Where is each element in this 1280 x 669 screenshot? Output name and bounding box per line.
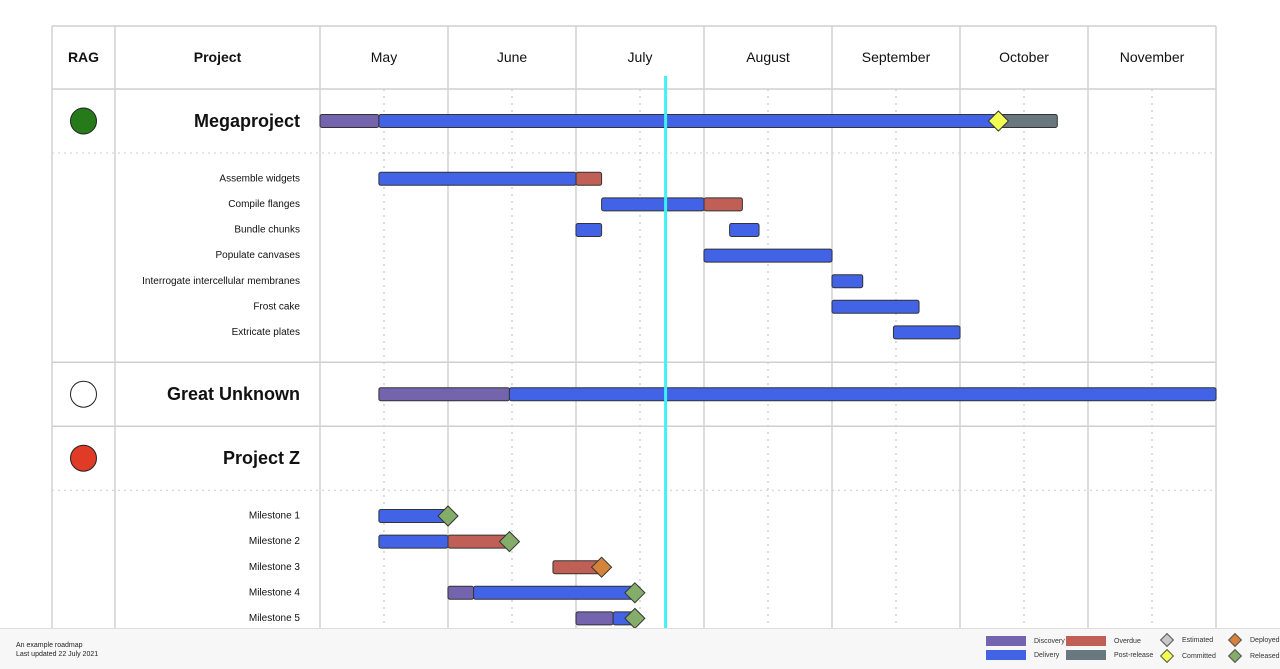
roadmap-chart: RAG Project May June July August September Octo… xyxy=(0,0,1280,628)
legend-discovery: Discovery xyxy=(986,636,1065,646)
legend-overdue-label: Overdue xyxy=(1114,637,1141,645)
month-header-june: June xyxy=(497,49,528,65)
committed-diamond-icon xyxy=(1159,648,1175,664)
project-name-megaproject: Megaproject xyxy=(194,111,300,131)
legend-estimated: Estimated xyxy=(1159,632,1214,648)
rag-status-green-icon xyxy=(70,107,97,135)
task-label-extricate-plates: Extricate plates xyxy=(232,327,300,338)
legend-released-label: Released xyxy=(1250,652,1280,660)
legend-released: Released xyxy=(1227,648,1280,664)
footer-title: An example roadmap xyxy=(16,642,83,649)
task-label-compile-flanges: Compile flanges xyxy=(228,199,300,210)
legend-discovery-label: Discovery xyxy=(1034,637,1065,645)
project-great-unknown-delivery-bar xyxy=(508,387,1217,402)
rag-column-header: RAG xyxy=(68,49,99,65)
task-bundle-chunks-delivery-bar xyxy=(729,223,760,237)
task-label-bundle-chunks: Bundle chunks xyxy=(234,225,300,236)
project-column-header: Project xyxy=(194,49,242,65)
month-header-july: July xyxy=(628,49,653,65)
footer: An example roadmap Last updated 22 July … xyxy=(0,628,1280,669)
project-megaproject-delivery-bar xyxy=(378,114,999,128)
legend-committed: Committed xyxy=(1159,648,1216,664)
released-diamond-icon xyxy=(1227,648,1243,664)
legend-overdue: Overdue xyxy=(1066,636,1141,646)
task-milestone-4-delivery-bar xyxy=(473,585,636,600)
project-great-unknown-discovery-bar xyxy=(378,387,510,402)
legend-delivery: Delivery xyxy=(986,650,1059,660)
legend-delivery-label: Delivery xyxy=(1034,651,1060,659)
month-header-september: September xyxy=(862,49,931,65)
project-name-great-unknown: Great Unknown xyxy=(167,384,300,404)
project-name-project-z: Project Z xyxy=(223,448,300,468)
delivery-swatch xyxy=(986,650,1026,660)
task-label-milestone-3: Milestone 3 xyxy=(249,562,301,573)
month-header-november: November xyxy=(1120,49,1185,65)
legend-post-release: Post-release xyxy=(1066,650,1153,660)
month-header-may: May xyxy=(371,49,397,65)
task-bundle-chunks-delivery-bar xyxy=(575,223,603,237)
task-label-milestone-5: Milestone 5 xyxy=(249,613,301,624)
month-header-october: October xyxy=(999,49,1049,65)
legend-deployed: Deployed xyxy=(1227,632,1280,648)
gantt-svg: RAG Project May June July August September Octo… xyxy=(51,25,1217,628)
estimated-diamond-icon xyxy=(1159,632,1175,648)
overdue-swatch xyxy=(1066,636,1106,646)
task-assemble-widgets-overdue-bar xyxy=(575,171,603,186)
post-release-swatch xyxy=(1066,650,1106,660)
task-label-interrogate-intercellular-membranes: Interrogate intercellular membranes xyxy=(142,276,300,287)
task-label-milestone-2: Milestone 2 xyxy=(249,536,301,547)
task-interrogate-intercellular-membranes-delivery-bar xyxy=(831,274,864,289)
task-populate-canvases-delivery-bar xyxy=(703,248,833,263)
task-label-milestone-1: Milestone 1 xyxy=(249,511,301,522)
month-header-august: August xyxy=(746,49,790,65)
task-label-frost-cake: Frost cake xyxy=(253,301,300,312)
discovery-swatch xyxy=(986,636,1026,646)
legend-post-release-label: Post-release xyxy=(1114,651,1154,659)
task-extricate-plates-delivery-bar xyxy=(892,325,961,340)
task-label-populate-canvases: Populate canvases xyxy=(215,250,300,261)
footer-caption: An example roadmap Last updated 22 July … xyxy=(16,641,98,659)
project-megaproject-discovery-bar xyxy=(319,114,380,128)
task-label-assemble-widgets: Assemble widgets xyxy=(219,173,300,184)
legend-committed-label: Committed xyxy=(1182,652,1216,660)
task-frost-cake-delivery-bar xyxy=(831,299,920,314)
task-milestone-4-discovery-bar xyxy=(447,585,475,600)
task-label-milestone-4: Milestone 4 xyxy=(249,587,301,598)
task-milestone-2-delivery-bar xyxy=(378,534,449,549)
task-milestone-5-discovery-bar xyxy=(575,611,614,626)
rag-status-none-icon xyxy=(70,380,97,408)
rag-status-red-icon xyxy=(70,444,97,472)
task-compile-flanges-overdue-bar xyxy=(703,197,743,212)
task-assemble-widgets-delivery-bar xyxy=(378,171,577,186)
task-compile-flanges-delivery-bar xyxy=(601,197,705,212)
deployed-diamond-icon xyxy=(1227,632,1243,648)
legend-estimated-label: Estimated xyxy=(1182,636,1214,644)
legend-deployed-label: Deployed xyxy=(1250,636,1280,644)
footer-updated: Last updated 22 July 2021 xyxy=(16,651,99,658)
